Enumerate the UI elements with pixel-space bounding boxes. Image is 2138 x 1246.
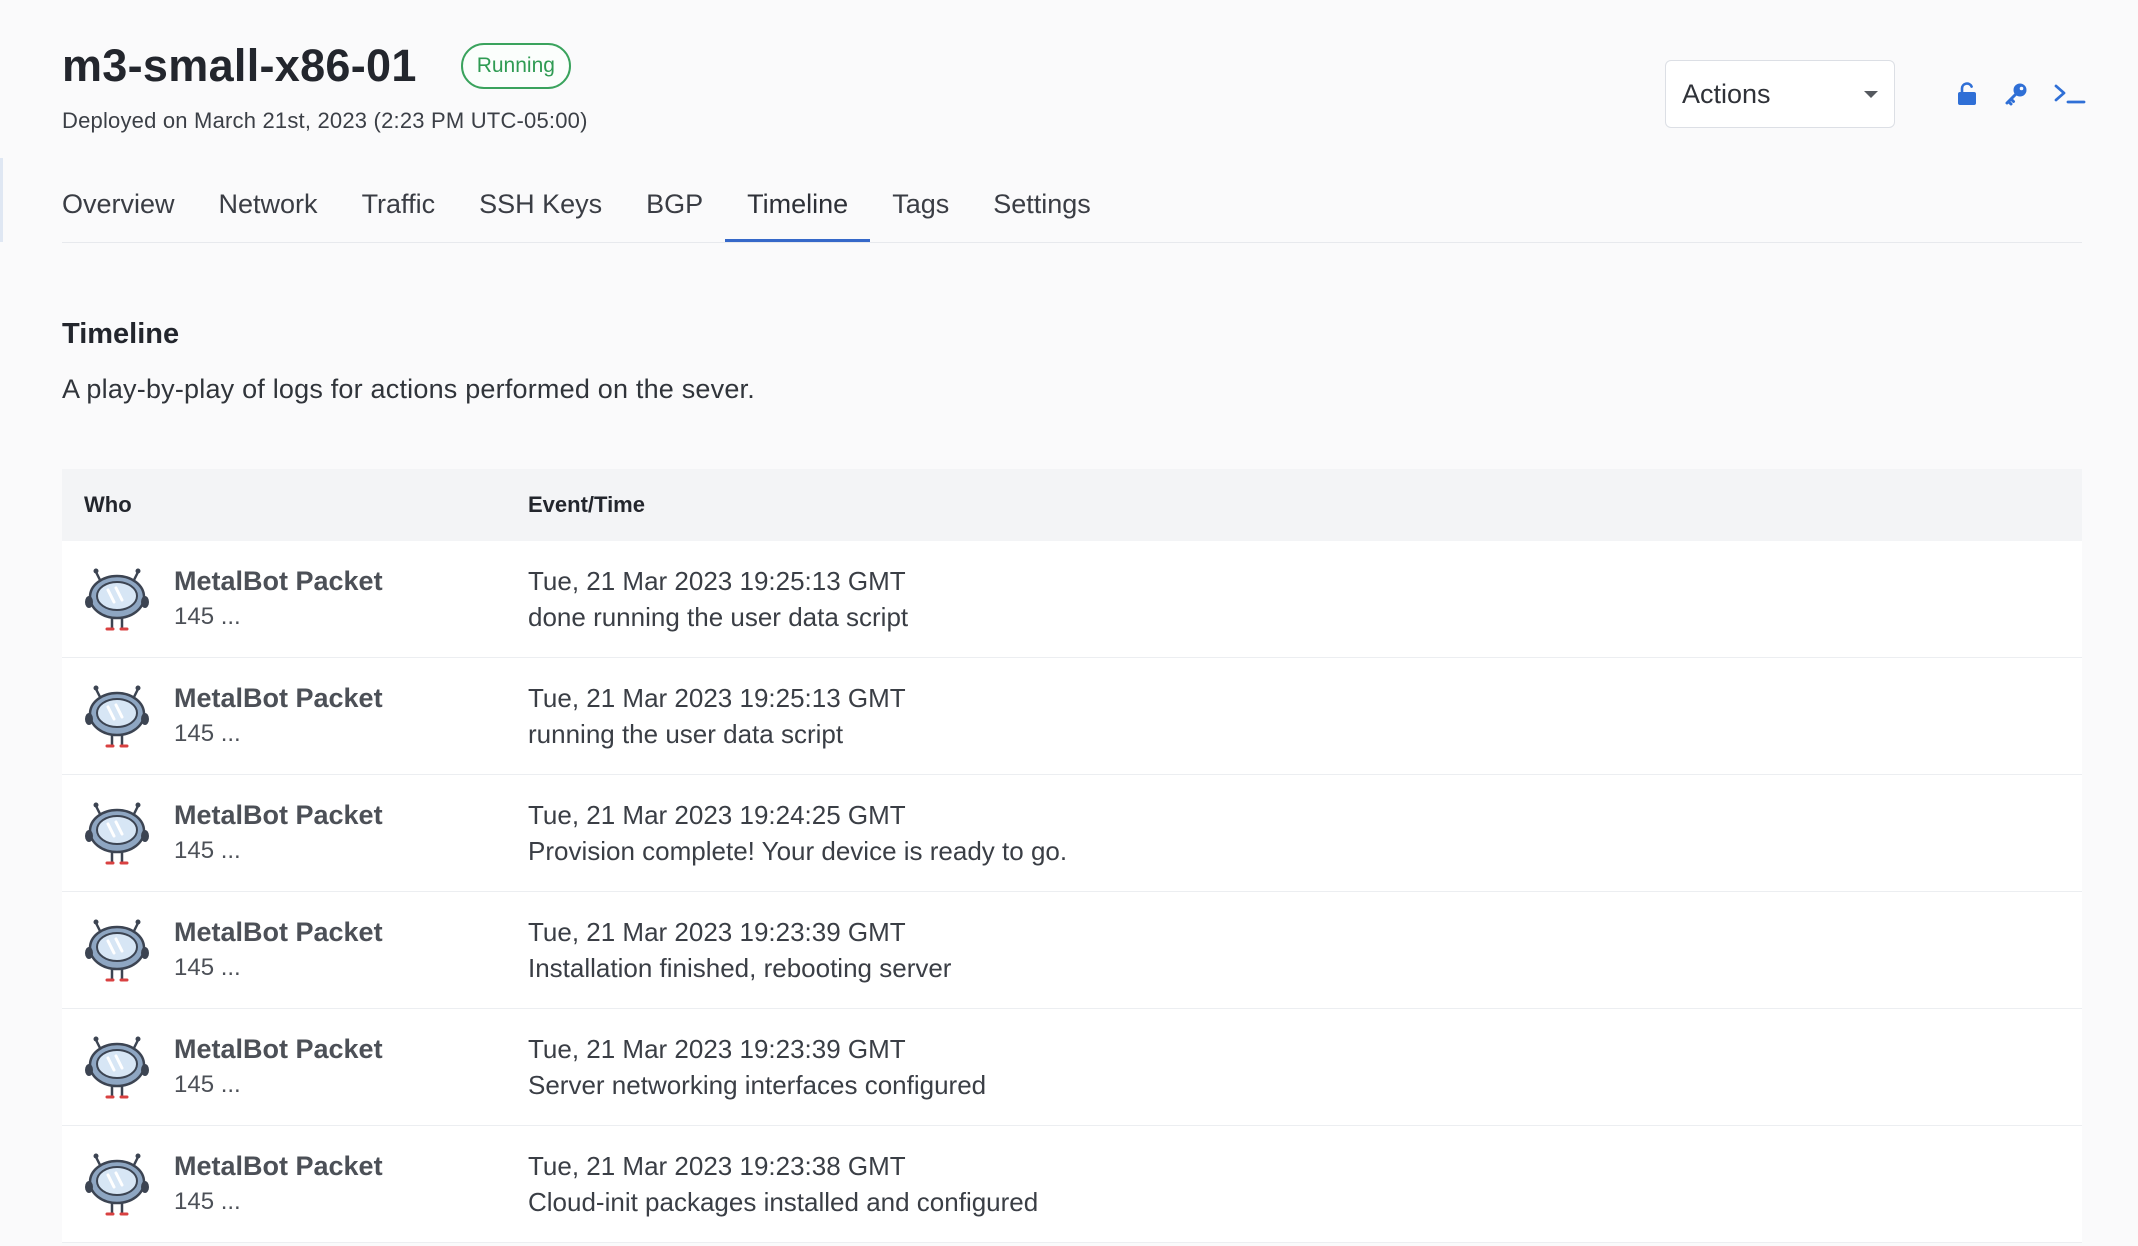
tab-timeline[interactable]: Timeline: [725, 178, 871, 242]
table-row: MetalBot Packet 145 ... Tue, 21 Mar 2023…: [62, 541, 2082, 658]
event-description: running the user data script: [528, 719, 844, 749]
actions-label: Actions: [1682, 78, 1771, 109]
event-cell: Tue, 21 Mar 2023 19:24:25 GMT Provision …: [528, 797, 1067, 869]
section-description: A play-by-play of logs for actions perfo…: [62, 374, 755, 404]
who-text: MetalBot Packet 145 ...: [174, 680, 383, 752]
event-description: Provision complete! Your device is ready…: [528, 836, 1068, 866]
metalbot-avatar-icon: [85, 802, 149, 865]
table-body: MetalBot Packet 145 ... Tue, 21 Mar 2023…: [62, 541, 2082, 1243]
tab-bgp[interactable]: BGP: [646, 178, 703, 238]
who-name: MetalBot Packet: [174, 1034, 383, 1064]
who-cell: MetalBot Packet 145 ...: [62, 563, 528, 635]
section-title: Timeline: [62, 318, 180, 350]
who-cell: MetalBot Packet 145 ...: [62, 1031, 528, 1103]
metalbot-avatar-icon: [85, 1036, 149, 1099]
who-id: 145 ...: [174, 1071, 241, 1098]
unlock-icon[interactable]: [1953, 80, 1981, 108]
event-time: Tue, 21 Mar 2023 19:23:39 GMT: [528, 1034, 906, 1064]
tab-traffic[interactable]: Traffic: [362, 178, 436, 238]
who-text: MetalBot Packet 145 ...: [174, 563, 383, 635]
table-row: MetalBot Packet 145 ... Tue, 21 Mar 2023…: [62, 658, 2082, 775]
event-description: Installation finished, rebooting server: [528, 953, 952, 983]
who-name: MetalBot Packet: [174, 566, 383, 596]
who-cell: MetalBot Packet 145 ...: [62, 797, 528, 869]
who-id: 145 ...: [174, 1188, 241, 1215]
actions-dropdown[interactable]: Actions: [1665, 60, 1895, 128]
timeline-table: Who Event/Time MetalBot Packet 145 ... T…: [62, 469, 2082, 1243]
main-content: m3-small-x86-01 Running Deployed on Marc…: [62, 0, 2086, 1243]
table-row: MetalBot Packet 145 ... Tue, 21 Mar 2023…: [62, 1126, 2082, 1243]
table-header: Who Event/Time: [62, 469, 2082, 541]
table-row: MetalBot Packet 145 ... Tue, 21 Mar 2023…: [62, 892, 2082, 1009]
table-row: MetalBot Packet 145 ... Tue, 21 Mar 2023…: [62, 775, 2082, 892]
metalbot-avatar-icon: [85, 685, 149, 748]
event-cell: Tue, 21 Mar 2023 19:23:39 GMT Installati…: [528, 914, 951, 986]
terminal-icon[interactable]: [2050, 80, 2090, 108]
event-time: Tue, 21 Mar 2023 19:23:39 GMT: [528, 917, 906, 947]
who-cell: MetalBot Packet 145 ...: [62, 914, 528, 986]
who-name: MetalBot Packet: [174, 917, 383, 947]
who-cell: MetalBot Packet 145 ...: [62, 680, 528, 752]
who-name: MetalBot Packet: [174, 1151, 383, 1181]
event-time: Tue, 21 Mar 2023 19:24:25 GMT: [528, 800, 906, 830]
who-cell: MetalBot Packet 145 ...: [62, 1148, 528, 1220]
tab-ssh-keys[interactable]: SSH Keys: [479, 178, 602, 238]
who-id: 145 ...: [174, 603, 241, 630]
event-cell: Tue, 21 Mar 2023 19:23:38 GMT Cloud-init…: [528, 1148, 1038, 1220]
table-row: MetalBot Packet 145 ... Tue, 21 Mar 2023…: [62, 1009, 2082, 1126]
who-text: MetalBot Packet 145 ...: [174, 1031, 383, 1103]
tab-overview[interactable]: Overview: [62, 178, 175, 238]
device-header: m3-small-x86-01 Running Deployed on Marc…: [62, 0, 2086, 150]
tab-bar: Overview Network Traffic SSH Keys BGP Ti…: [62, 178, 2082, 243]
page: m3-small-x86-01 Running Deployed on Marc…: [0, 0, 2138, 1246]
event-description: done running the user data script: [528, 602, 909, 632]
chevron-down-icon: [1864, 90, 1878, 98]
event-time: Tue, 21 Mar 2023 19:25:13 GMT: [528, 566, 906, 596]
status-badge: Running: [460, 43, 571, 89]
event-time: Tue, 21 Mar 2023 19:25:13 GMT: [528, 683, 906, 713]
who-name: MetalBot Packet: [174, 683, 383, 713]
who-id: 145 ...: [174, 954, 241, 981]
who-text: MetalBot Packet 145 ...: [174, 797, 383, 869]
who-id: 145 ...: [174, 720, 241, 747]
event-cell: Tue, 21 Mar 2023 19:25:13 GMT done runni…: [528, 563, 908, 635]
event-cell: Tue, 21 Mar 2023 19:25:13 GMT running th…: [528, 680, 906, 752]
event-time: Tue, 21 Mar 2023 19:23:38 GMT: [528, 1151, 906, 1181]
event-cell: Tue, 21 Mar 2023 19:23:39 GMT Server net…: [528, 1031, 986, 1103]
metalbot-avatar-icon: [85, 1153, 149, 1216]
metalbot-avatar-icon: [85, 919, 149, 982]
who-name: MetalBot Packet: [174, 800, 383, 830]
tab-tags[interactable]: Tags: [892, 178, 949, 238]
event-description: Cloud-init packages installed and config…: [528, 1187, 1039, 1217]
column-header-who: Who: [84, 492, 132, 517]
metalbot-avatar-icon: [85, 568, 149, 631]
key-icon[interactable]: [2002, 80, 2030, 108]
tab-network[interactable]: Network: [219, 178, 318, 238]
column-header-event-time: Event/Time: [528, 492, 645, 517]
deployed-date: Deployed on March 21st, 2023 (2:23 PM UT…: [62, 108, 588, 133]
title-row: m3-small-x86-01 Running: [62, 40, 571, 92]
page-title: m3-small-x86-01: [62, 40, 417, 91]
event-description: Server networking interfaces configured: [528, 1070, 987, 1100]
tab-settings[interactable]: Settings: [993, 178, 1091, 238]
who-text: MetalBot Packet 145 ...: [174, 914, 383, 986]
left-accent-bar: [0, 158, 3, 242]
who-text: MetalBot Packet 145 ...: [174, 1148, 383, 1220]
who-id: 145 ...: [174, 837, 241, 864]
